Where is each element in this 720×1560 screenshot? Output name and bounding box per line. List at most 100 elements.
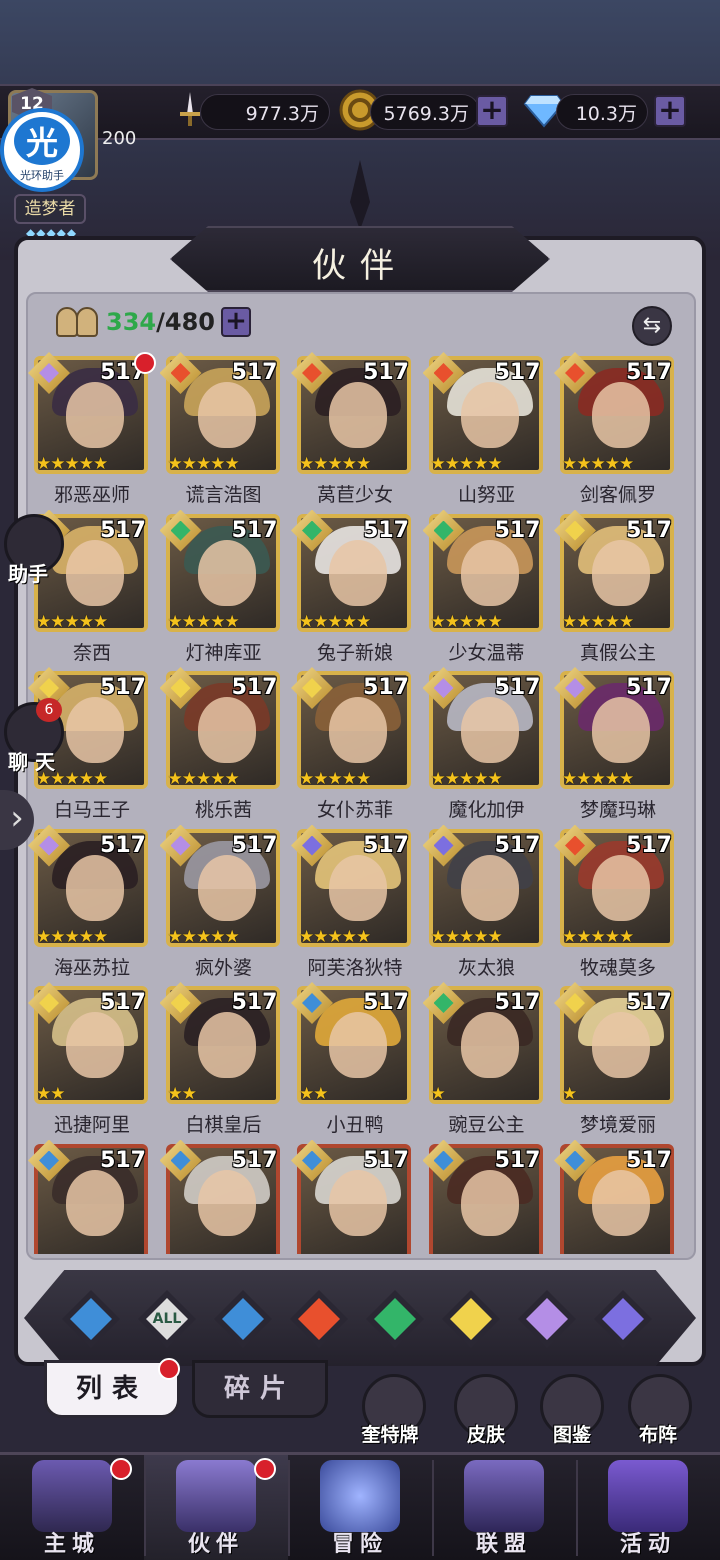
- character-stars: ★: [562, 1084, 577, 1104]
- character-level: 517: [363, 832, 409, 858]
- character-name: 灰太狼: [457, 956, 515, 979]
- character-name: 邪恶巫师: [53, 484, 130, 506]
- sort-swap-button[interactable]: ⇆: [632, 306, 672, 346]
- character-level: 517: [231, 990, 278, 1015]
- character-level: 517: [626, 517, 672, 543]
- nav-events[interactable]: 活动: [576, 1526, 720, 1558]
- character-face: [197, 854, 256, 921]
- character-face: [66, 854, 124, 921]
- character-card[interactable]: 517: [291, 1139, 411, 1254]
- nav-adventure[interactable]: 冒险: [288, 1526, 432, 1558]
- companion-count-total: /480: [156, 308, 215, 336]
- character-face: [197, 539, 256, 606]
- character-level: 517: [626, 360, 672, 385]
- character-face: [592, 1169, 650, 1236]
- character-name: 疯外婆: [194, 956, 252, 979]
- character-face: [592, 539, 650, 606]
- character-face: [66, 539, 124, 606]
- character-card[interactable]: 517 ★ 豌豆公主: [422, 982, 543, 1142]
- character-name: 阿芙洛狄特: [307, 956, 403, 979]
- character-face: [197, 697, 256, 763]
- character-card[interactable]: 517 ★★★★★ 梦魔玛琳: [554, 667, 674, 827]
- character-card[interactable]: 517 ★★★★★ 山努亚: [422, 352, 543, 512]
- character-face: [329, 697, 387, 763]
- character-level: 517: [100, 675, 146, 700]
- character-name: 真假公主: [579, 641, 656, 664]
- character-name: 奈西: [72, 641, 111, 664]
- character-card[interactable]: 517 ★★ 白棋皇后: [159, 982, 280, 1142]
- add-gold-button[interactable]: +: [476, 95, 508, 127]
- chat-label: 聊 天: [8, 750, 55, 774]
- character-stars: ★★: [36, 1084, 66, 1104]
- nav-alliance[interactable]: 联盟: [432, 1526, 576, 1558]
- page-title: 伙伴: [312, 246, 408, 286]
- companions-icon: [56, 305, 102, 339]
- nav-main-city[interactable]: 主城: [0, 1526, 144, 1558]
- character-stars: ★★★★★: [299, 454, 371, 474]
- character-card[interactable]: 517: [422, 1139, 543, 1254]
- character-card[interactable]: 517 ★★★★★ 莴苣少女: [291, 352, 411, 512]
- character-level: 517: [494, 517, 541, 543]
- character-card[interactable]: 517 ★★★★★ 邪恶巫师: [28, 352, 156, 512]
- character-card[interactable]: 517 ★★★★★ 谎言浩图: [159, 352, 280, 512]
- formation-label: 布阵: [638, 1424, 677, 1446]
- character-card[interactable]: 517: [554, 1139, 674, 1254]
- character-level: 517: [626, 675, 672, 700]
- character-card[interactable]: 517 ★ 梦境爱丽: [554, 982, 674, 1142]
- character-face: [66, 1012, 124, 1078]
- character-level: 517: [100, 1147, 146, 1173]
- character-face: [197, 1012, 256, 1078]
- character-card[interactable]: 517 ★★★★★ 阿芙洛狄特: [291, 824, 411, 985]
- character-notification-dot: [134, 352, 156, 374]
- character-face: [592, 382, 650, 448]
- nav-companions[interactable]: 伙伴: [144, 1526, 288, 1558]
- character-level: 517: [494, 990, 541, 1015]
- character-card[interactable]: 517 ★★★★★ 少女温蒂: [422, 509, 543, 670]
- character-name: 白马王子: [53, 799, 130, 821]
- character-face: [460, 539, 519, 606]
- codex-label: 图鉴: [552, 1424, 591, 1446]
- cards-icon[interactable]: [608, 1460, 688, 1532]
- shield-icon[interactable]: [464, 1460, 544, 1532]
- character-card[interactable]: 517: [28, 1139, 148, 1254]
- character-card[interactable]: 517 ★★★★★ 疯外婆: [159, 824, 280, 985]
- compass-icon[interactable]: [320, 1460, 400, 1532]
- helper-badge[interactable]: 光 光环助手: [0, 108, 84, 192]
- expand-capacity-button[interactable]: +: [220, 307, 251, 337]
- character-stars: ★: [430, 1084, 446, 1104]
- character-level: 517: [363, 1147, 409, 1173]
- character-card[interactable]: 517 ★★★★★ 女仆苏菲: [291, 667, 411, 827]
- witch-hat-icon[interactable]: [176, 1460, 256, 1532]
- character-name: 白棋皇后: [185, 1114, 262, 1136]
- character-card[interactable]: 517 ★★★★★ 海巫苏拉: [28, 824, 148, 985]
- chat-unread-badge: 6: [36, 698, 62, 722]
- character-card[interactable]: 517: [159, 1139, 280, 1254]
- nav-main-city-dot: [110, 1458, 132, 1480]
- character-stars: ★★★★★: [430, 769, 503, 789]
- character-face: [197, 1169, 256, 1236]
- character-card[interactable]: 517 ★★★★★ 魔化加伊: [422, 667, 543, 827]
- character-card[interactable]: 517 ★★★★★ 剑客佩罗: [554, 352, 674, 512]
- character-face: [592, 697, 650, 763]
- character-face: [66, 697, 124, 763]
- castle-icon[interactable]: [32, 1460, 112, 1532]
- add-diamond-button[interactable]: +: [654, 95, 686, 127]
- character-face: [592, 854, 650, 921]
- character-face: [460, 382, 519, 448]
- character-card[interactable]: 517 ★★★★★ 灯神库亚: [159, 509, 280, 670]
- character-name: 牧魂莫多: [579, 956, 656, 979]
- character-card[interactable]: 517 ★★ 小丑鸭: [291, 982, 411, 1142]
- character-stars: ★★★★★: [36, 926, 108, 947]
- character-level: 517: [100, 990, 146, 1015]
- character-face: [66, 1169, 124, 1236]
- character-card[interactable]: 517 ★★★★★ 灰太狼: [422, 824, 543, 985]
- character-card[interactable]: 517 ★★★★★ 真假公主: [554, 509, 674, 670]
- character-level: 517: [100, 517, 146, 543]
- rank-badge[interactable]: 造梦者: [14, 194, 86, 224]
- character-card[interactable]: 517 ★★★★★ 牧魂莫多: [554, 824, 674, 985]
- character-card[interactable]: 517 ★★ 迅捷阿里: [28, 982, 148, 1142]
- character-face: [329, 854, 387, 921]
- character-card[interactable]: 517 ★★★★★ 桃乐茜: [159, 667, 280, 827]
- tab-fragments[interactable]: 碎片: [192, 1360, 328, 1418]
- character-card[interactable]: 517 ★★★★★ 兔子新娘: [291, 509, 411, 670]
